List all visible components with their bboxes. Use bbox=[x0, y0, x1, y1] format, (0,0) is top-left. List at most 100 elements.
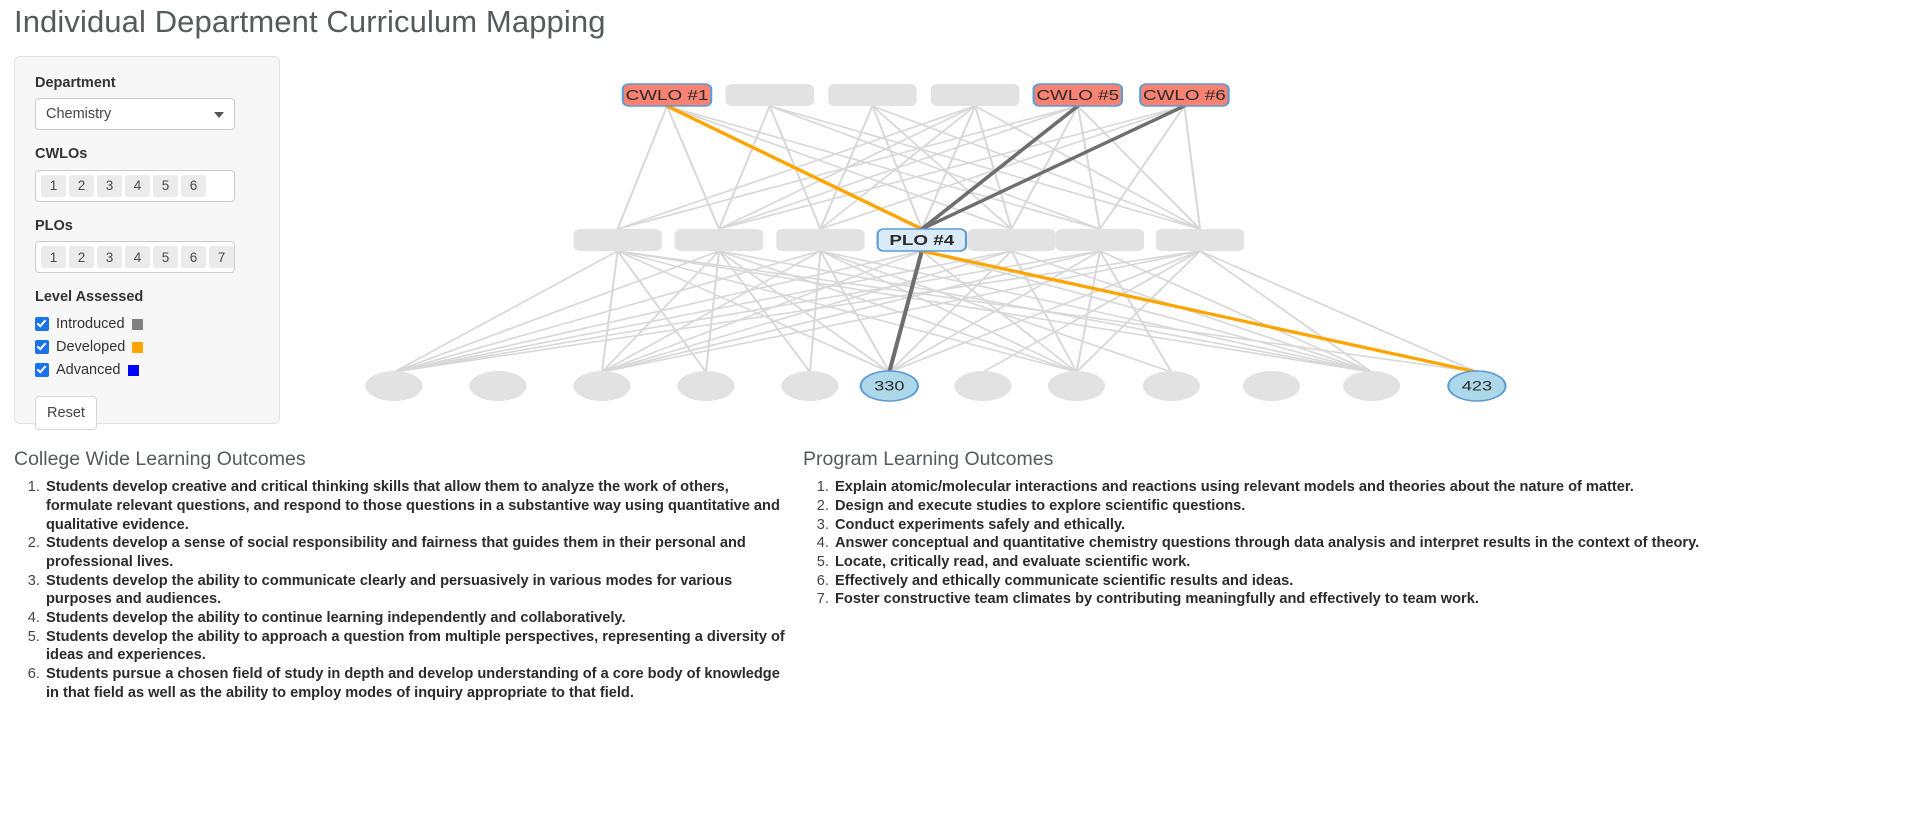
node-cwlo-dim[interactable] bbox=[828, 84, 917, 106]
cwlo-outcomes-heading: College Wide Learning Outcomes bbox=[14, 448, 306, 470]
plo-chip-2[interactable]: 2 bbox=[69, 246, 94, 269]
node-label: CWLO #5 bbox=[1036, 87, 1119, 103]
cwlo-outcomes-column: College Wide Learning Outcomes Students … bbox=[14, 447, 789, 702]
plo-chip-6[interactable]: 6 bbox=[181, 246, 206, 269]
curriculum-map-diagram[interactable]: CWLO #1 CWLO #5 CWLO #6 PLO #4 330 423 bbox=[290, 50, 1590, 430]
node-plo-plo4[interactable]: PLO #4 bbox=[876, 228, 968, 252]
plo-outcomes-column: Program Learning Outcomes Explain atomic… bbox=[803, 447, 1893, 609]
edge-cwlo-plo bbox=[665, 105, 721, 230]
node-plo-dim[interactable] bbox=[674, 229, 764, 251]
department-select[interactable]: Chemistry bbox=[35, 98, 235, 131]
node-course-dim[interactable] bbox=[469, 371, 527, 401]
cwlo-outcome-item: Students develop a sense of social respo… bbox=[44, 534, 789, 571]
edge-cwlo-plo bbox=[616, 105, 669, 230]
edge-plo-course bbox=[888, 250, 1202, 373]
level-label-advanced: Advanced bbox=[56, 362, 121, 379]
plo-chip-3[interactable]: 3 bbox=[97, 246, 122, 269]
node-course-423[interactable]: 423 bbox=[1447, 370, 1507, 402]
edge-plo-course bbox=[392, 250, 721, 373]
cwlo-chip-group: 123456 bbox=[35, 169, 235, 202]
color-swatch-developed bbox=[132, 341, 144, 353]
department-select-value: Chemistry bbox=[46, 106, 112, 123]
node-course-330[interactable]: 330 bbox=[859, 370, 919, 402]
edge-cwlo-plo bbox=[871, 105, 1013, 230]
node-plo-dim[interactable] bbox=[967, 229, 1056, 251]
node-plo-dim[interactable] bbox=[573, 229, 662, 251]
node-course-dim[interactable] bbox=[1242, 371, 1301, 401]
plo-chip-4[interactable]: 4 bbox=[125, 246, 150, 269]
cwlo-outcomes-list: Students develop creative and critical t… bbox=[14, 478, 789, 702]
cwlo-chip-4[interactable]: 4 bbox=[125, 174, 150, 197]
level-row-advanced[interactable]: Advanced bbox=[35, 359, 259, 382]
plo-outcome-item: Answer conceptual and quantitative chemi… bbox=[833, 534, 1893, 553]
plo-outcome-item: Locate, critically read, and evaluate sc… bbox=[833, 553, 1893, 572]
plo-outcomes-heading: Program Learning Outcomes bbox=[803, 448, 1054, 470]
department-label: Department bbox=[35, 75, 116, 91]
cwlo-chip-3[interactable]: 3 bbox=[97, 174, 122, 197]
plo-chip-5[interactable]: 5 bbox=[153, 246, 178, 269]
edge-cwlo-plo bbox=[1183, 105, 1202, 230]
node-course-dim[interactable] bbox=[1142, 371, 1200, 401]
checkbox-advanced[interactable] bbox=[35, 363, 49, 378]
plo-chip-1[interactable]: 1 bbox=[41, 246, 66, 269]
level-assessed-label: Level Assessed bbox=[35, 289, 144, 306]
node-course-dim[interactable] bbox=[954, 371, 1012, 401]
node-plo-dim[interactable] bbox=[1155, 229, 1245, 251]
node-label: CWLO #6 bbox=[1143, 87, 1226, 103]
diagram-svg[interactable]: CWLO #1 CWLO #5 CWLO #6 PLO #4 330 423 bbox=[290, 50, 1590, 430]
level-label-developed: Developed bbox=[56, 339, 126, 356]
edge-plo-course bbox=[392, 250, 619, 373]
node-cwlo-cwlo6[interactable]: CWLO #6 bbox=[1139, 83, 1230, 107]
plo-outcome-item: Foster constructive team climates by con… bbox=[833, 590, 1893, 609]
checkbox-developed[interactable] bbox=[35, 340, 49, 355]
node-course-dim[interactable] bbox=[1343, 371, 1401, 401]
node-cwlo-cwlo1[interactable]: CWLO #1 bbox=[621, 83, 713, 107]
cwlos-label: CWLOs bbox=[35, 146, 88, 163]
node-cwlo-cwlo5[interactable]: CWLO #5 bbox=[1032, 83, 1124, 107]
node-course-dim[interactable] bbox=[365, 371, 423, 401]
node-plo-dim[interactable] bbox=[776, 229, 865, 251]
node-course-dim[interactable] bbox=[1047, 371, 1106, 401]
page-title: Individual Department Curriculum Mapping bbox=[14, 4, 606, 39]
plo-chip-7[interactable]: 7 bbox=[209, 246, 234, 269]
edge-plo-course bbox=[1098, 250, 1373, 373]
edge-plo-course bbox=[981, 250, 1202, 373]
node-cwlo-dim[interactable] bbox=[725, 84, 814, 106]
cwlo-outcome-item: Students develop the ability to approach… bbox=[44, 628, 789, 665]
plo-outcome-item: Conduct experiments safely and ethically… bbox=[833, 516, 1893, 535]
edge-plo-course bbox=[1010, 250, 1373, 373]
node-label: 330 bbox=[874, 379, 904, 395]
cwlo-outcome-item: Students develop creative and critical t… bbox=[44, 478, 789, 534]
cwlo-outcome-item: Students develop the ability to communic… bbox=[44, 572, 789, 609]
plo-outcomes-list: Explain atomic/molecular interactions an… bbox=[803, 478, 1893, 609]
chevron-down-icon bbox=[214, 112, 224, 119]
edge-plo-course bbox=[819, 250, 891, 373]
edge-cwlo-plo bbox=[717, 105, 1079, 230]
edge-cwlo-plo bbox=[768, 105, 1202, 230]
cwlo-chip-5[interactable]: 5 bbox=[153, 174, 178, 197]
plo-outcome-item: Explain atomic/molecular interactions an… bbox=[833, 478, 1893, 497]
cwlo-chip-1[interactable]: 1 bbox=[41, 174, 66, 197]
node-plo-dim[interactable] bbox=[1055, 229, 1145, 251]
checkbox-introduced[interactable] bbox=[35, 317, 49, 332]
color-swatch-introduced bbox=[131, 318, 143, 330]
plo-chip-group: 1234567 bbox=[35, 241, 235, 274]
edge-plo-course bbox=[600, 250, 822, 373]
node-course-dim[interactable] bbox=[781, 371, 839, 401]
cwlo-chip-2[interactable]: 2 bbox=[69, 174, 94, 197]
level-row-developed[interactable]: Developed bbox=[35, 336, 259, 359]
cwlo-chip-6[interactable]: 6 bbox=[181, 174, 206, 197]
node-cwlo-dim[interactable] bbox=[930, 84, 1020, 106]
reset-button[interactable]: Reset bbox=[35, 395, 97, 430]
plo-outcome-item: Effectively and ethically communicate sc… bbox=[833, 572, 1893, 591]
node-course-dim[interactable] bbox=[573, 371, 631, 401]
edge-plo-course bbox=[600, 250, 923, 373]
cwlo-outcome-item: Students pursue a chosen field of study … bbox=[44, 665, 789, 702]
node-label: 423 bbox=[1462, 379, 1492, 395]
edge-cwlo-plo bbox=[717, 105, 771, 230]
level-label-introduced: Introduced bbox=[56, 316, 125, 333]
node-course-dim[interactable] bbox=[677, 371, 735, 401]
edge-cwlo-plo bbox=[920, 105, 977, 230]
level-row-introduced[interactable]: Introduced bbox=[35, 313, 259, 336]
plo-outcome-item: Design and execute studies to explore sc… bbox=[833, 497, 1893, 516]
